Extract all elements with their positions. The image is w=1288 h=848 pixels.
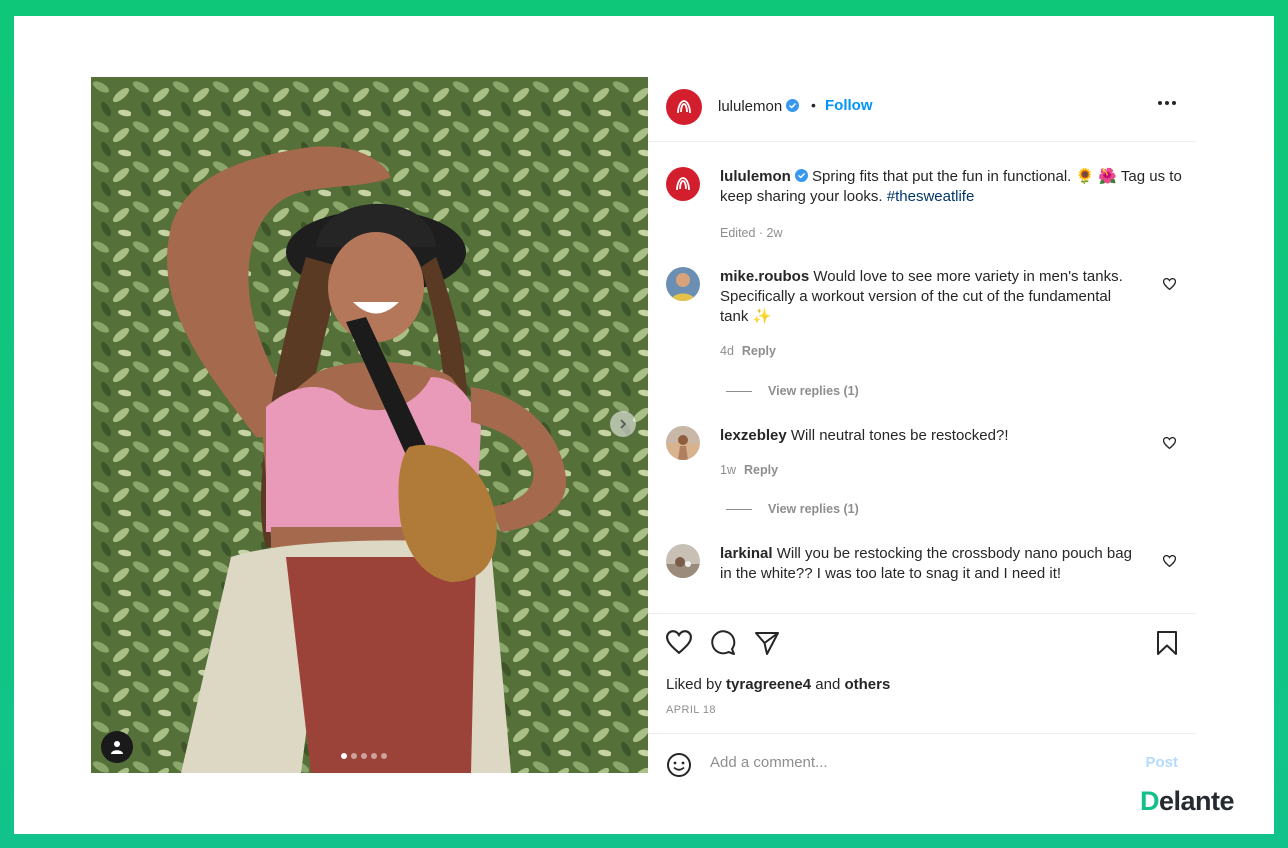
like-comment-heart-icon[interactable]: [1162, 554, 1177, 572]
comment-meta: 4d Reply: [720, 344, 776, 358]
caption-username[interactable]: lululemon: [720, 168, 791, 185]
follow-button[interactable]: Follow: [825, 97, 873, 114]
view-replies-button[interactable]: View replies (1): [726, 502, 859, 516]
caption-text: lululemon Spring fits that put the fun i…: [720, 167, 1185, 207]
carousel-dot: [341, 753, 347, 759]
carousel-dot: [361, 753, 367, 759]
carousel-dots: [341, 753, 387, 759]
likes-prefix: Liked by: [666, 676, 722, 693]
comments-list[interactable]: lululemon Spring fits that put the fun i…: [648, 142, 1196, 612]
delante-logo-d: D: [1140, 786, 1160, 816]
delante-logo: Delante: [1140, 786, 1235, 817]
view-replies-label[interactable]: View replies (1): [768, 384, 859, 398]
reply-button[interactable]: Reply: [744, 463, 778, 477]
likes-others[interactable]: others: [844, 676, 890, 693]
comment-username[interactable]: larkinal: [720, 545, 773, 562]
post-photo[interactable]: [91, 77, 648, 773]
more-options-icon[interactable]: [1158, 101, 1176, 105]
tag-user-icon[interactable]: [101, 731, 133, 763]
comment-text: mike.roubos Would love to see more varie…: [720, 267, 1140, 327]
reply-button[interactable]: Reply: [742, 344, 776, 358]
commenter-avatar[interactable]: [666, 267, 700, 301]
lululemon-logo-avatar[interactable]: [666, 89, 702, 125]
header-username-text[interactable]: lululemon: [718, 98, 782, 115]
view-replies-label[interactable]: View replies (1): [768, 502, 859, 516]
like-heart-icon[interactable]: [665, 630, 693, 659]
commenter-avatar[interactable]: [666, 426, 700, 460]
post-card: lululemon • Follow lululemon Spring fits…: [14, 16, 1274, 834]
verified-icon: [794, 169, 808, 182]
emoji-icon[interactable]: [666, 752, 692, 783]
add-comment-bar: Add a comment... Post: [648, 733, 1196, 794]
bookmark-icon[interactable]: [1156, 630, 1178, 661]
post-header: lululemon • Follow: [648, 77, 1196, 142]
header-separator: •: [811, 97, 816, 113]
like-comment-heart-icon[interactable]: [1162, 277, 1177, 295]
post-actions: Liked by tyragreene4 and others APRIL 18: [648, 613, 1196, 734]
comment-input[interactable]: Add a comment...: [710, 754, 828, 771]
view-replies-button[interactable]: View replies (1): [726, 384, 859, 398]
comment-text: lexzebley Will neutral tones be restocke…: [720, 426, 1140, 446]
caption-meta: Edited · 2w: [720, 226, 783, 240]
comment-text: larkinal Will you be restocking the cros…: [720, 544, 1140, 584]
comment-username[interactable]: mike.roubos: [720, 268, 809, 285]
commenter-avatar[interactable]: [666, 544, 700, 578]
likes-connector: and: [815, 676, 841, 693]
comment-meta: 1w Reply: [720, 463, 778, 477]
comment-username[interactable]: lexzebley: [720, 427, 787, 444]
carousel-dot: [371, 753, 377, 759]
delante-logo-rest: elante: [1159, 786, 1235, 816]
caption-hashtag[interactable]: #thesweatlife: [887, 188, 975, 205]
comment-icon[interactable]: [710, 630, 736, 661]
comment-age: 4d: [720, 344, 734, 358]
likes-user[interactable]: tyragreene4: [726, 676, 811, 693]
comment-body: Will neutral tones be restocked?!: [790, 427, 1009, 444]
carousel-dot: [351, 753, 357, 759]
caption-avatar[interactable]: [666, 167, 700, 201]
comment-body: Will you be restocking the crossbody nan…: [720, 545, 1132, 582]
like-comment-heart-icon[interactable]: [1162, 436, 1177, 454]
comment-age: 1w: [720, 463, 736, 477]
post-sidebar: lululemon • Follow lululemon Spring fits…: [648, 77, 1196, 777]
next-arrow-icon[interactable]: [610, 411, 636, 437]
verified-icon: [786, 99, 800, 112]
likes-summary: Liked by tyragreene4 and others: [666, 676, 890, 693]
carousel-dot: [381, 753, 387, 759]
post-date[interactable]: APRIL 18: [666, 704, 716, 716]
share-icon[interactable]: [754, 630, 780, 661]
post-comment-button[interactable]: Post: [1145, 754, 1178, 771]
header-username[interactable]: lululemon: [718, 98, 800, 115]
